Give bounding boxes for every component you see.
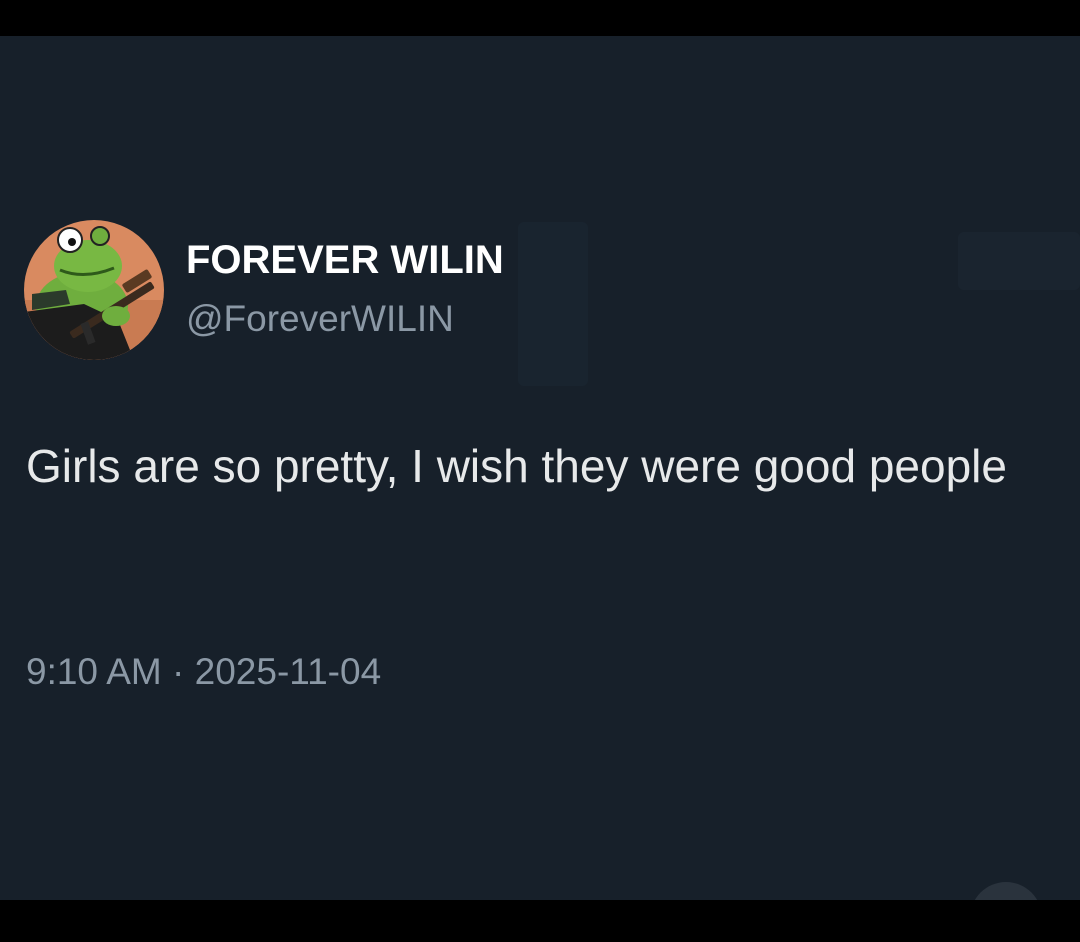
tweet-card: FOREVER WILIN @ForeverWILIN Girls are so… <box>0 36 1080 900</box>
corner-bubble <box>970 882 1042 900</box>
author-handle[interactable]: @ForeverWILIN <box>186 296 454 342</box>
avatar[interactable] <box>24 220 164 360</box>
author-display-name[interactable]: FOREVER WILIN <box>186 236 504 284</box>
bottom-bar <box>0 900 1080 942</box>
background-artifact <box>518 222 588 386</box>
tweet-timestamp[interactable]: 9:10 AM · 2025-11-04 <box>26 648 381 696</box>
screenshot-frame: FOREVER WILIN @ForeverWILIN Girls are so… <box>0 0 1080 942</box>
background-artifact <box>958 232 1080 290</box>
avatar-frog-icon <box>24 220 164 360</box>
tweet-text: Girls are so pretty, I wish they were go… <box>26 440 1007 492</box>
